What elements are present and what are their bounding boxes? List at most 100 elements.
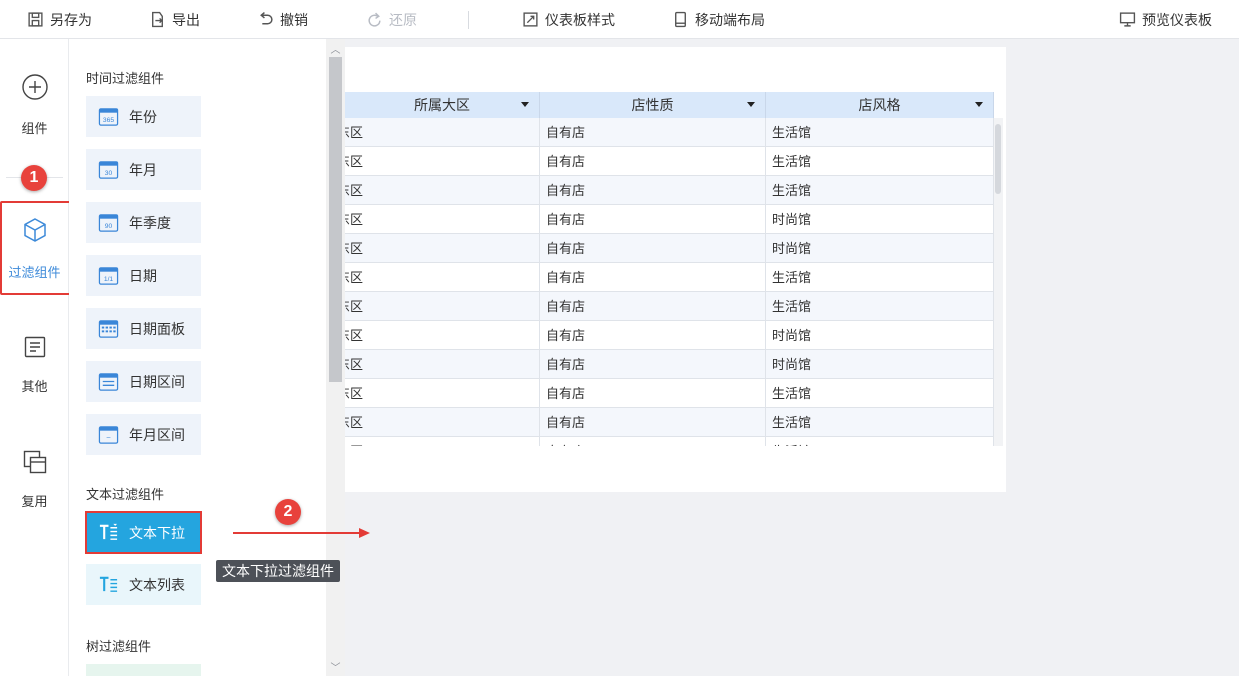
save-as-button[interactable]: 另存为 (27, 0, 92, 39)
table-cell: 生活馆 (766, 118, 994, 147)
comp-date[interactable]: 1/1 日期 (86, 255, 201, 296)
table-cell: 自有店 (540, 205, 766, 234)
table-widget[interactable]: 所属大区 店性质 店风格 东区自有店生活馆东区自有店生活馆东区自有店生活馆东区自… (345, 47, 1006, 492)
svg-text:90: 90 (105, 223, 113, 230)
table-cell: 东区 (345, 176, 540, 205)
table-row[interactable]: 东区自有店时尚馆 (345, 205, 994, 234)
sort-caret-icon[interactable] (975, 102, 983, 107)
table-scrollbar[interactable] (994, 118, 1003, 446)
top-toolbar: 另存为 导出 撤销 还原 仪表板样式 移动端布局 预览仪表板 (0, 0, 1239, 39)
table-cell: 自有店 (540, 321, 766, 350)
table-row[interactable]: 东区自有店生活馆 (345, 379, 994, 408)
comp-label: 年月区间 (129, 426, 185, 443)
monitor-icon (1119, 12, 1136, 27)
comp-label: 日期面板 (129, 320, 185, 337)
nav-item-components[interactable]: 组件 (0, 73, 69, 137)
table-cell: 东区 (345, 234, 540, 263)
nav-item-filter-components[interactable]: 过滤组件 (0, 217, 69, 281)
header-region[interactable]: 所属大区 (345, 92, 540, 118)
table-row[interactable]: 东区自有店时尚馆 (345, 350, 994, 379)
table-row[interactable]: 东区自有店生活馆 (345, 147, 994, 176)
svg-text:30: 30 (105, 170, 113, 177)
sort-caret-icon[interactable] (747, 102, 755, 107)
table-cell: 时尚馆 (766, 234, 994, 263)
scroll-up-arrow-icon[interactable]: ︿ (326, 40, 345, 56)
comp-year-month[interactable]: 30 年月 (86, 149, 201, 190)
redo-button[interactable]: 还原 (366, 0, 417, 39)
text-dropdown-icon (99, 523, 118, 540)
table-row[interactable]: 东区自有店生活馆 (345, 176, 994, 205)
table-cell: 自有店 (540, 408, 766, 437)
section-title-text-filter: 文本过滤组件 (86, 487, 165, 502)
table-cell: 自有店 (540, 263, 766, 292)
table-cell: 时尚馆 (766, 205, 994, 234)
comp-label: 日期 (129, 267, 157, 284)
mobile-layout-button[interactable]: 移动端布局 (672, 0, 765, 39)
cube-icon (23, 218, 46, 242)
comp-year[interactable]: 365 年份 (86, 96, 201, 137)
header-store-type[interactable]: 店性质 (540, 92, 766, 118)
table-row[interactable]: 东区自有店生活馆 (345, 118, 994, 147)
comp-date-range[interactable]: 日期区间 (86, 361, 201, 402)
dashboard-style-label: 仪表板样式 (545, 11, 615, 28)
calendar-icon: ~ (98, 426, 119, 444)
export-button[interactable]: 导出 (149, 0, 200, 39)
table-row[interactable]: 东区自有店生活馆 (345, 263, 994, 292)
comp-label: 年月 (129, 161, 157, 178)
comp-label: 年份 (129, 108, 157, 125)
table-cell: 东区 (345, 147, 540, 176)
data-table: 所属大区 店性质 店风格 东区自有店生活馆东区自有店生活馆东区自有店生活馆东区自… (345, 92, 994, 446)
reuse-icon (23, 450, 46, 474)
svg-text:~: ~ (106, 433, 111, 442)
step-badge-1: 1 (21, 165, 47, 191)
table-scroll-thumb[interactable] (995, 124, 1001, 194)
left-nav: 组件 过滤组件 其他 复用 (0, 39, 69, 676)
table-cell: 东区 (345, 321, 540, 350)
section-title-time-filter: 时间过滤组件 (86, 71, 165, 86)
header-store-style[interactable]: 店风格 (766, 92, 994, 118)
comp-tree-partial[interactable] (86, 664, 201, 676)
table-cell: 东区 (345, 437, 540, 446)
redo-label: 还原 (389, 11, 417, 28)
dashboard-style-button[interactable]: 仪表板样式 (522, 0, 615, 39)
comp-date-panel[interactable]: 日期面板 (86, 308, 201, 349)
table-cell: 生活馆 (766, 176, 994, 205)
table-row[interactable]: 东区自有店生活馆 (345, 292, 994, 321)
section-title-tree-filter: 树过滤组件 (86, 639, 152, 654)
comp-text-list[interactable]: 文本列表 (86, 564, 201, 605)
table-cell: 时尚馆 (766, 321, 994, 350)
preview-dashboard-button[interactable]: 预览仪表板 (1119, 0, 1212, 39)
sort-caret-icon[interactable] (521, 102, 529, 107)
tooltip-text-dropdown: 文本下拉过滤组件 (216, 560, 340, 582)
comp-text-dropdown[interactable]: 文本下拉 (85, 511, 202, 554)
style-icon (523, 12, 538, 27)
document-icon (24, 336, 45, 358)
scroll-down-arrow-icon[interactable]: ﹀ (326, 658, 345, 674)
table-cell: 东区 (345, 292, 540, 321)
comp-year-month-range[interactable]: ~ 年月区间 (86, 414, 201, 455)
nav-label: 复用 (21, 494, 48, 509)
table-cell: 自有店 (540, 437, 766, 446)
scroll-thumb[interactable] (329, 57, 342, 382)
calendar-lines-icon (98, 373, 119, 391)
table-cell: 自有店 (540, 292, 766, 321)
table-cell: 自有店 (540, 176, 766, 205)
nav-item-reuse[interactable]: 复用 (0, 449, 69, 510)
comp-year-quarter[interactable]: 90 年季度 (86, 202, 201, 243)
comp-label: 文本下拉 (129, 524, 185, 541)
undo-button[interactable]: 撤销 (257, 0, 308, 39)
calendar-icon: 365 (98, 108, 119, 126)
table-row[interactable]: 东区自有店生活馆 (345, 437, 994, 446)
table-row[interactable]: 东区自有店时尚馆 (345, 321, 994, 350)
table-cell: 生活馆 (766, 263, 994, 292)
export-label: 导出 (172, 11, 200, 28)
nav-item-other[interactable]: 其他 (0, 335, 69, 395)
table-cell: 自有店 (540, 147, 766, 176)
table-cell: 生活馆 (766, 292, 994, 321)
table-row[interactable]: 东区自有店时尚馆 (345, 234, 994, 263)
calendar-icon: 1/1 (98, 267, 119, 285)
table-cell: 东区 (345, 205, 540, 234)
table-row[interactable]: 东区自有店生活馆 (345, 408, 994, 437)
table-cell: 时尚馆 (766, 350, 994, 379)
export-icon (152, 11, 163, 28)
